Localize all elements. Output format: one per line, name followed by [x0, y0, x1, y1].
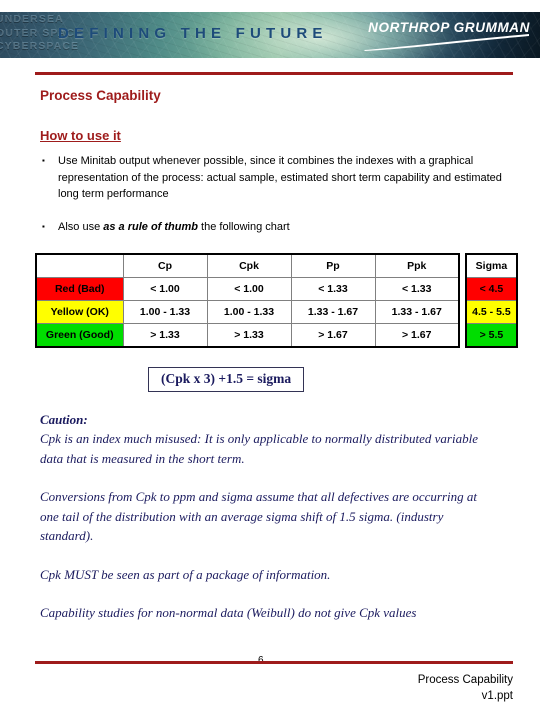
column-header-blank [35, 253, 124, 278]
banner-tagline: DEFINING THE FUTURE [58, 25, 328, 42]
row-label-green: Green (Good) [35, 323, 124, 348]
bullet-list: Use Minitab output whenever possible, si… [40, 153, 518, 251]
note-paragraph-3: Cpk MUST be seen as part of a package of… [40, 566, 331, 582]
cell-green-pp: > 1.67 [290, 323, 376, 348]
sigma-formula-box: (Cpk x 3) +1.5 = sigma [148, 367, 305, 392]
footer-doc-version: v1.ppt [481, 690, 513, 702]
capability-index-table: Cp Cpk Pp Ppk Red (Bad) < 1.00 < 1.00 < … [35, 253, 460, 348]
column-header-cp: Cp [122, 253, 208, 278]
row-label-yellow: Yellow (OK) [35, 300, 124, 324]
footer-meta: Process Capability v1.ppt [418, 672, 513, 704]
note-paragraph-1: Cpk is an index much misused: It is only… [40, 431, 478, 466]
table-row: < 4.5 [465, 277, 518, 301]
caution-label: Caution: [40, 412, 88, 427]
page-title: Process Capability [40, 88, 161, 103]
capability-table-wrapper: Cp Cpk Pp Ppk Red (Bad) < 1.00 < 1.00 < … [35, 253, 518, 348]
divider-bottom [35, 661, 513, 664]
bullet-item-1: Use Minitab output whenever possible, si… [40, 153, 518, 203]
column-header-sigma: Sigma [465, 253, 518, 278]
table-header-row: Cp Cpk Pp Ppk [35, 253, 460, 278]
northrop-grumman-logo: NORTHROP GRUMMAN [362, 20, 530, 51]
table-row: > 5.5 [465, 323, 518, 348]
cell-yellow-cpk: 1.00 - 1.33 [206, 300, 292, 324]
table-row: Yellow (OK) 1.00 - 1.33 1.00 - 1.33 1.33… [35, 300, 460, 324]
column-header-ppk: Ppk [374, 253, 460, 278]
sigma-table: Sigma < 4.5 4.5 - 5.5 > 5.5 [464, 253, 518, 348]
bullet-1-text: Use Minitab output whenever possible, si… [58, 155, 502, 200]
page-subtitle: How to use it [40, 128, 121, 143]
header-banner: UNDERSEA OUTER SPACE CYBERSPACE DEFINING… [0, 12, 540, 58]
cell-red-ppk: < 1.33 [374, 277, 460, 301]
cell-green-cp: > 1.33 [122, 323, 208, 348]
divider-top [35, 72, 513, 75]
bullet-2-text-pre: Also use [58, 220, 104, 233]
bullet-2-emphasis: as a rule of thumb [103, 220, 198, 233]
cell-green-cpk: > 1.33 [206, 323, 292, 348]
bullet-item-2: Also use as a rule of thumb the followin… [40, 219, 518, 236]
cell-yellow-cp: 1.00 - 1.33 [122, 300, 208, 324]
note-paragraph-4: Capability studies for non-normal data (… [40, 605, 417, 620]
footer-doc-title: Process Capability [417, 674, 513, 686]
sigma-header-row: Sigma [465, 253, 518, 278]
table-row: Green (Good) > 1.33 > 1.33 > 1.67 > 1.67 [35, 323, 460, 348]
bullet-2-text-post: the following chart [198, 220, 290, 233]
column-header-pp: Pp [290, 253, 376, 278]
notes-section: Caution: Cpk is an index much misused: I… [40, 410, 492, 623]
cell-yellow-pp: 1.33 - 1.67 [290, 300, 376, 324]
column-header-cpk: Cpk [206, 253, 292, 278]
logo-swoosh-icon [362, 33, 530, 51]
cell-red-pp: < 1.33 [290, 277, 376, 301]
cell-yellow-ppk: 1.33 - 1.67 [374, 300, 460, 324]
row-label-red: Red (Bad) [35, 277, 124, 301]
note-paragraph-2: Conversions from Cpk to ppm and sigma as… [40, 489, 478, 543]
banner-ghost-line-3: CYBERSPACE [0, 40, 80, 52]
table-row: 4.5 - 5.5 [465, 300, 518, 324]
table-row: Red (Bad) < 1.00 < 1.00 < 1.33 < 1.33 [35, 277, 460, 301]
cell-sigma-red: < 4.5 [465, 277, 518, 301]
cell-red-cp: < 1.00 [122, 277, 208, 301]
cell-red-cpk: < 1.00 [206, 277, 292, 301]
cell-sigma-yellow: 4.5 - 5.5 [465, 300, 518, 324]
cell-sigma-green: > 5.5 [465, 323, 518, 348]
cell-green-ppk: > 1.67 [374, 323, 460, 348]
